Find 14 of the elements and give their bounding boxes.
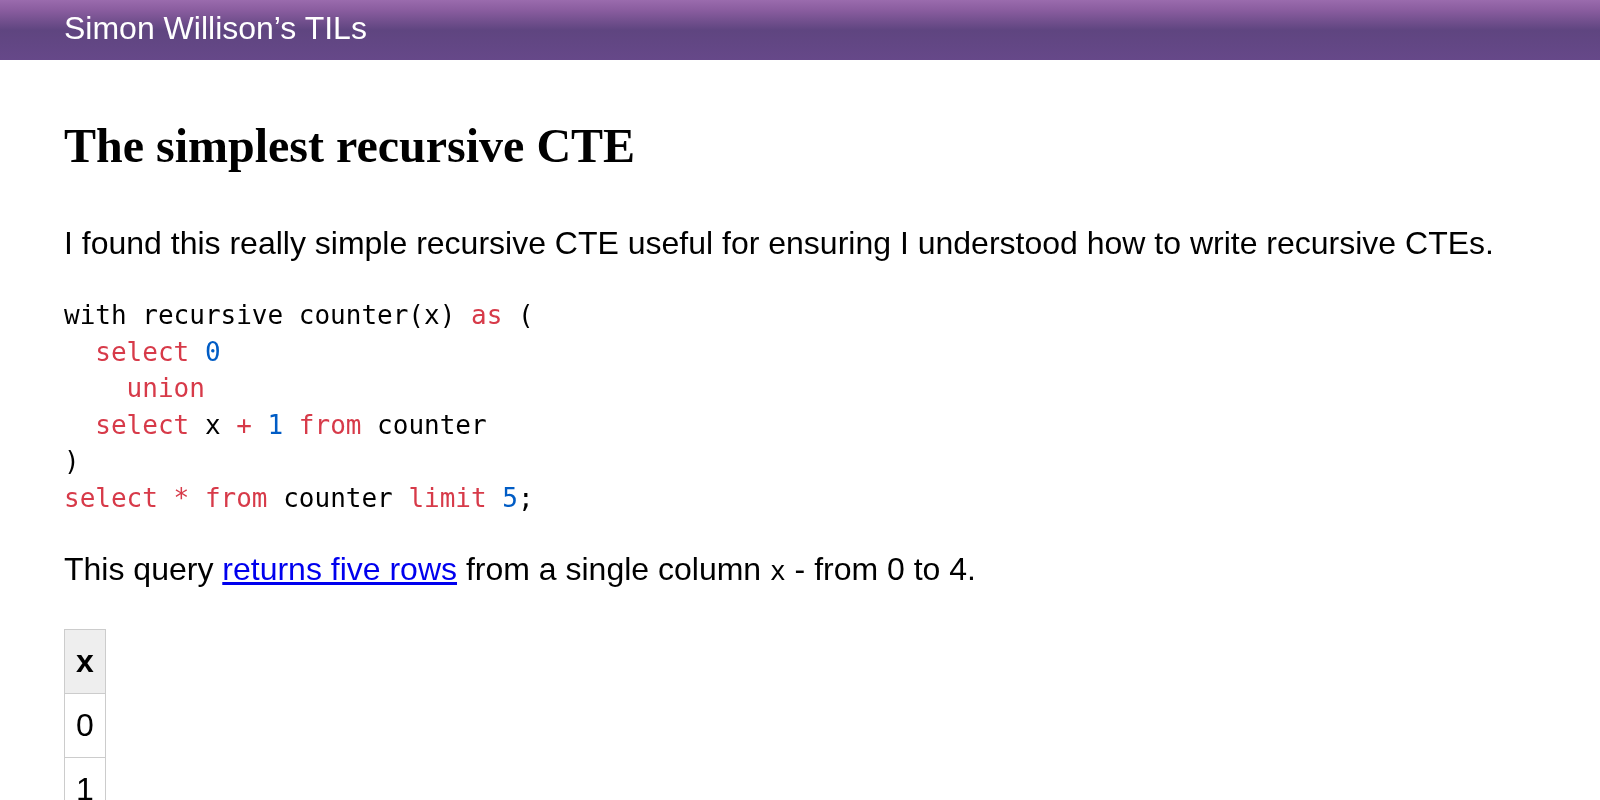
code-line: select 0 (94, 335, 221, 369)
intro-paragraph: I found this really simple recursive CTE useful for ensuring I understood how to write recursive CTEs. (64, 225, 1494, 262)
site-title[interactable]: Simon Willison’s TILs (64, 10, 367, 47)
article-title: The simplest recursive CTE (64, 118, 636, 173)
code-line: with recursive counter(x) as ( (64, 299, 534, 332)
link[interactable]: returns five rows (222, 551, 457, 587)
result-paragraph: This query returns five rows from a single column x - from 0 to 4. (64, 551, 976, 589)
code-line: select x + 1 from counter (94, 408, 487, 442)
code-line: select * from counter limit 5; (64, 481, 534, 515)
table-cell: 0 (64, 693, 106, 758)
code-line: union (125, 372, 205, 405)
table-cell: 1 (64, 757, 106, 800)
code-line: ) (64, 445, 80, 478)
table-header-cell: x (64, 629, 106, 694)
